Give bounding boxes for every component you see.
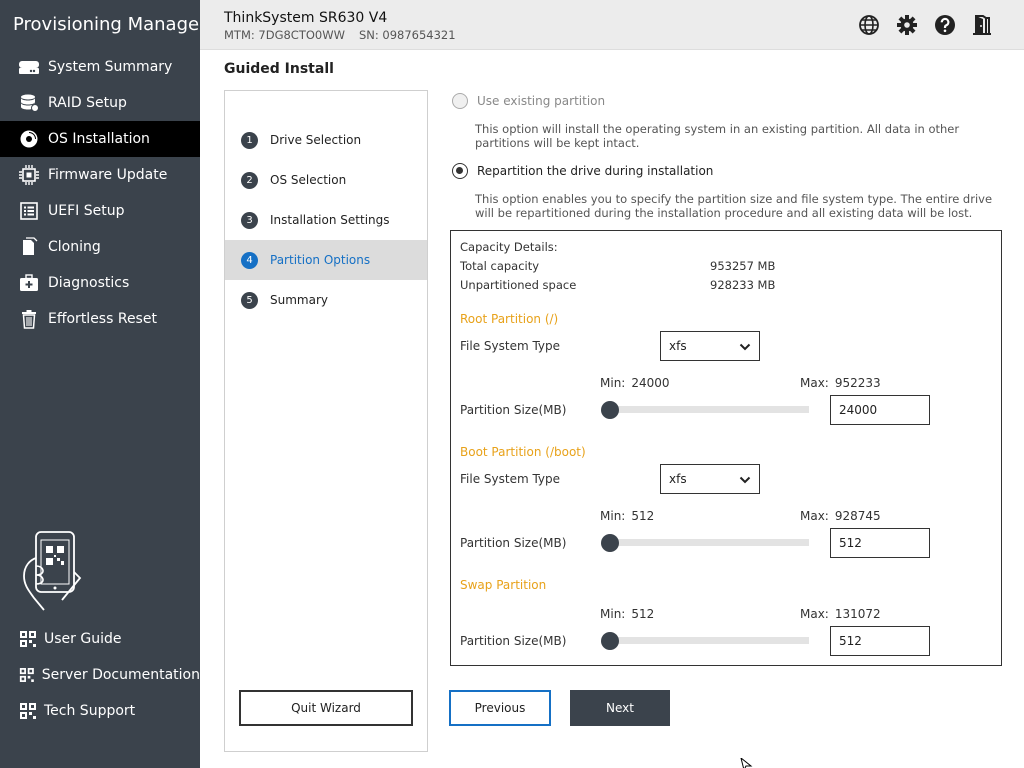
exit-icon[interactable] xyxy=(971,14,993,36)
sidebar-item-effortless-reset[interactable]: Effortless Reset xyxy=(0,301,200,337)
capacity-heading: Capacity Details: xyxy=(460,240,558,254)
step-number: 4 xyxy=(241,251,258,269)
wizard-step-summary[interactable]: 5 Summary xyxy=(225,280,427,320)
step-number: 2 xyxy=(241,171,258,189)
next-button[interactable]: Next xyxy=(570,690,670,726)
slider-thumb xyxy=(601,401,619,419)
mouse-cursor-icon xyxy=(740,758,753,768)
sidebar-item-firmware-update[interactable]: Firmware Update xyxy=(0,157,200,193)
sidebar-item-diagnostics[interactable]: Diagnostics xyxy=(0,265,200,301)
app-title: Provisioning Manager xyxy=(13,14,207,35)
repartition-drive-radio[interactable] xyxy=(452,163,468,179)
use-existing-partition-label: Use existing partition xyxy=(477,94,606,108)
copy-icon xyxy=(18,236,40,258)
link-user-guide[interactable]: User Guide xyxy=(0,621,200,657)
root-partition-title: Root Partition (/) xyxy=(460,312,559,326)
step-number: 5 xyxy=(241,291,258,309)
link-server-documentation[interactable]: Server Documentation xyxy=(0,657,200,693)
swap-min: Min: 512 xyxy=(600,607,655,621)
step-label: Drive Selection xyxy=(270,133,362,147)
chip-icon xyxy=(18,164,40,186)
previous-button[interactable]: Previous xyxy=(449,690,551,726)
help-icon[interactable] xyxy=(934,14,956,36)
wizard-step-partition-options[interactable]: 4 Partition Options xyxy=(225,240,427,280)
medkit-icon xyxy=(18,272,40,294)
step-label: Summary xyxy=(270,293,328,307)
boot-min: Min: 512 xyxy=(600,509,655,523)
wizard-step-os-selection[interactable]: 2 OS Selection xyxy=(225,160,427,200)
unpartitioned-space-label: Unpartitioned space xyxy=(460,278,577,292)
server-icon xyxy=(18,56,40,78)
swap-size-input[interactable] xyxy=(830,626,930,656)
header-bar: ThinkSystem SR630 V4 MTM: 7DG8CTO0WW SN: … xyxy=(200,0,1024,50)
boot-partition-title: Boot Partition (/boot) xyxy=(460,445,586,459)
root-size-label: Partition Size(MB) xyxy=(460,403,567,417)
boot-size-label: Partition Size(MB) xyxy=(460,536,567,550)
boot-max: Max: 928745 xyxy=(800,509,881,523)
list-icon xyxy=(18,200,40,222)
wizard-steps-panel: 1 Drive Selection 2 OS Selection 3 Insta… xyxy=(224,90,428,752)
sidebar-item-uefi-setup[interactable]: UEFI Setup xyxy=(0,193,200,229)
use-existing-partition-description: This option will install the operating s… xyxy=(475,122,960,150)
gear-icon[interactable] xyxy=(896,14,918,36)
swap-partition-title: Swap Partition xyxy=(460,578,547,592)
step-number: 3 xyxy=(241,211,258,229)
serial-number-text: SN: 0987654321 xyxy=(358,28,456,42)
globe-icon[interactable] xyxy=(858,14,880,36)
unpartitioned-space-value: 928233 MB xyxy=(710,278,776,292)
step-number: 1 xyxy=(241,131,258,149)
root-fs-select[interactable]: xfs xyxy=(660,331,760,361)
server-model: ThinkSystem SR630 V4 xyxy=(224,10,388,26)
page-title: Guided Install xyxy=(224,61,334,77)
slider-thumb xyxy=(601,632,619,650)
boot-size-input[interactable] xyxy=(830,528,930,558)
step-label: OS Selection xyxy=(270,173,347,187)
quit-wizard-button[interactable]: Quit Wizard xyxy=(239,690,413,726)
boot-fs-select[interactable]: xfs xyxy=(660,464,760,494)
swap-size-slider[interactable] xyxy=(601,631,811,651)
sidebar-item-cloning[interactable]: Cloning xyxy=(0,229,200,265)
wizard-step-installation-settings[interactable]: 3 Installation Settings xyxy=(225,200,427,240)
root-max: Max: 952233 xyxy=(800,376,881,390)
use-existing-partition-radio[interactable] xyxy=(452,93,468,109)
slider-thumb xyxy=(601,534,619,552)
mobile-qr-graphic xyxy=(14,528,94,614)
qr-icon xyxy=(19,668,34,682)
swap-size-label: Partition Size(MB) xyxy=(460,634,567,648)
chevron-down-icon xyxy=(739,476,751,484)
partition-settings-box: Capacity Details: Total capacity 953257 … xyxy=(450,230,1002,666)
repartition-drive-label: Repartition the drive during installatio… xyxy=(477,164,714,178)
root-fs-label: File System Type xyxy=(460,339,561,353)
repartition-drive-description: This option enables you to specify the p… xyxy=(475,192,993,220)
disc-icon xyxy=(18,128,40,150)
mtm-text: MTM: 7DG8CTO0WW xyxy=(224,28,345,42)
sidebar: Provisioning Manager System Summary RAID… xyxy=(0,0,206,768)
step-label: Partition Options xyxy=(270,253,371,267)
qr-icon xyxy=(20,631,36,647)
boot-fs-label: File System Type xyxy=(460,472,561,486)
sidebar-item-system-summary[interactable]: System Summary xyxy=(0,49,200,85)
swap-max: Max: 131072 xyxy=(800,607,881,621)
machine-info: MTM: 7DG8CTO0WW SN: 0987654321 xyxy=(224,28,456,42)
database-icon xyxy=(18,92,40,114)
trash-icon xyxy=(18,308,40,330)
wizard-step-drive-selection[interactable]: 1 Drive Selection xyxy=(225,120,427,160)
root-size-input[interactable] xyxy=(830,395,930,425)
root-size-slider[interactable] xyxy=(601,400,811,420)
boot-size-slider[interactable] xyxy=(601,533,811,553)
sidebar-item-os-installation[interactable]: OS Installation xyxy=(0,121,200,157)
qr-icon xyxy=(20,703,36,719)
chevron-down-icon xyxy=(739,343,751,351)
total-capacity-value: 953257 MB xyxy=(710,259,776,273)
link-tech-support[interactable]: Tech Support xyxy=(0,693,200,729)
total-capacity-label: Total capacity xyxy=(460,259,540,273)
step-label: Installation Settings xyxy=(270,213,390,227)
root-min: Min: 24000 xyxy=(600,376,670,390)
sidebar-item-raid-setup[interactable]: RAID Setup xyxy=(0,85,200,121)
